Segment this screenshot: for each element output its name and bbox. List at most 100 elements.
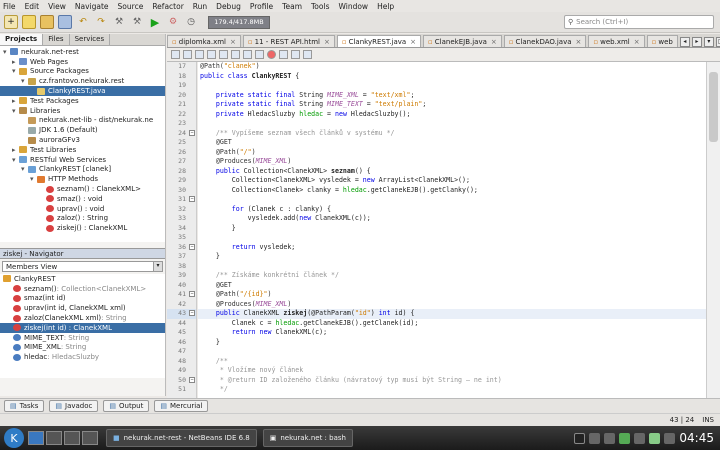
open-project-icon[interactable]: [40, 15, 54, 29]
javadoc-button[interactable]: ▤ Javadoc: [49, 400, 99, 412]
code-line[interactable]: @Path("/{id}"): [198, 290, 706, 300]
back-icon[interactable]: [171, 50, 180, 59]
navigator-item[interactable]: MIME_TEXT : String: [0, 333, 165, 343]
close-icon[interactable]: ×: [230, 38, 236, 46]
navigator-item[interactable]: smaz(int id): [0, 294, 165, 304]
scroll-right-icon[interactable]: ▸: [691, 37, 702, 47]
code-line[interactable]: }: [198, 224, 706, 234]
shift-left-icon[interactable]: [243, 50, 252, 59]
close-icon[interactable]: ×: [410, 38, 416, 46]
redo-icon[interactable]: ↷: [94, 15, 108, 29]
editor-tab[interactable]: ▫ ClanekEJB.java ×: [423, 35, 502, 47]
run-icon[interactable]: ▶: [148, 15, 162, 29]
tree-item[interactable]: seznam() : ClanekXML>: [0, 184, 165, 194]
tab-projects[interactable]: Projects: [0, 34, 44, 45]
menu-source[interactable]: Source: [118, 2, 144, 11]
code-line[interactable]: /** Vypíšeme seznam všech článků v systé…: [198, 129, 706, 139]
prev-bookmark-icon[interactable]: [219, 50, 228, 59]
code-editor[interactable]: @Path("clanek") public class ClankyREST {…: [198, 62, 706, 398]
memory-indicator[interactable]: 179.4/417.8MB: [208, 15, 270, 29]
record-macro-icon[interactable]: [267, 50, 276, 59]
fold-toggle-icon[interactable]: −: [189, 243, 195, 250]
tasks-button[interactable]: ▤ Tasks: [4, 400, 45, 412]
menu-view[interactable]: View: [48, 2, 66, 11]
uncomment-icon[interactable]: [303, 50, 312, 59]
expand-toggle-icon[interactable]: ▾: [12, 67, 19, 75]
code-line[interactable]: @GET: [198, 138, 706, 148]
tab-list-icon[interactable]: ▾: [703, 37, 714, 47]
tree-item[interactable]: uprav() : void: [0, 204, 165, 214]
close-icon[interactable]: ×: [634, 38, 640, 46]
expand-toggle-icon[interactable]: ▸: [12, 146, 19, 154]
desktop-pager-4[interactable]: [82, 431, 98, 445]
code-line[interactable]: private static final String MIME_TEXT = …: [198, 100, 706, 110]
menu-profile[interactable]: Profile: [250, 2, 273, 11]
navigator-item[interactable]: uprav(int id, ClanekXML xml): [0, 303, 165, 313]
next-bookmark-icon[interactable]: [231, 50, 240, 59]
debug-icon[interactable]: ⚙: [166, 15, 180, 29]
code-line[interactable]: public class ClankyREST {: [198, 72, 706, 82]
code-line[interactable]: vysledek.add(new ClanekXML(c));: [198, 214, 706, 224]
code-line[interactable]: [198, 347, 706, 357]
expand-toggle-icon[interactable]: ▾: [21, 165, 28, 173]
close-icon[interactable]: ×: [576, 38, 582, 46]
kde-menu-icon[interactable]: K: [4, 428, 24, 448]
chevron-down-icon[interactable]: ▾: [153, 262, 162, 271]
navigator-item[interactable]: MIME_XML : String: [0, 343, 165, 353]
menu-edit[interactable]: Edit: [25, 2, 40, 11]
fold-toggle-icon[interactable]: −: [189, 129, 195, 136]
menu-file[interactable]: File: [3, 2, 16, 11]
volume-icon[interactable]: [664, 432, 676, 444]
expand-toggle-icon[interactable]: ▾: [3, 48, 10, 56]
menu-help[interactable]: Help: [377, 2, 394, 11]
code-line[interactable]: [198, 81, 706, 91]
tree-item[interactable]: ziskej() : ClanekXML: [0, 223, 165, 233]
desktop-pager-2[interactable]: [46, 431, 62, 445]
code-line[interactable]: [198, 195, 706, 205]
comment-icon[interactable]: [291, 50, 300, 59]
keyboard-icon[interactable]: [634, 432, 646, 444]
code-line[interactable]: return vysledek;: [198, 243, 706, 253]
menu-team[interactable]: Team: [282, 2, 302, 11]
code-line[interactable]: @Produces(MIME_XML): [198, 157, 706, 167]
editor-tab[interactable]: ▫ ClanekDAO.java ×: [503, 35, 587, 47]
fold-toggle-icon[interactable]: −: [189, 310, 195, 316]
code-line[interactable]: for (Clanek c : clanky) {: [198, 205, 706, 215]
tree-item[interactable]: ▸ Test Libraries: [0, 145, 165, 155]
network-icon[interactable]: [619, 432, 631, 444]
mercurial-button[interactable]: ▤ Mercurial: [154, 400, 209, 412]
code-line[interactable]: }: [198, 252, 706, 262]
tree-item[interactable]: JDK 1.6 (Default): [0, 125, 165, 135]
tree-item[interactable]: ▾ nekurak.net-rest: [0, 47, 165, 57]
tree-item[interactable]: ClankyREST.java: [0, 86, 165, 96]
menu-run[interactable]: Run: [193, 2, 207, 11]
maximize-icon[interactable]: □: [715, 37, 720, 47]
navigator-item[interactable]: ClankyREST: [0, 274, 165, 284]
tree-item[interactable]: nekurak.net-lib - dist/nekurak.ne: [0, 116, 165, 126]
scroll-left-icon[interactable]: ◂: [679, 37, 690, 47]
code-line[interactable]: @Produces(MIME_XML): [198, 300, 706, 310]
forward-icon[interactable]: [183, 50, 192, 59]
editor-tab[interactable]: ▫ diplomka.xml ×: [167, 35, 241, 47]
clipboard-icon[interactable]: [604, 432, 616, 444]
close-icon[interactable]: ×: [324, 38, 330, 46]
code-line[interactable]: * @return ID založeného článku (návratov…: [198, 376, 706, 386]
stop-macro-icon[interactable]: [279, 50, 288, 59]
code-line[interactable]: @Path("/"): [198, 148, 706, 158]
tree-item[interactable]: ▾ ClankyREST [clanek]: [0, 165, 165, 175]
notification-icon[interactable]: [589, 432, 601, 444]
clean-build-icon[interactable]: ⚒: [130, 15, 144, 29]
menu-tools[interactable]: Tools: [311, 2, 329, 11]
find-icon[interactable]: [195, 50, 204, 59]
fold-toggle-icon[interactable]: −: [189, 376, 195, 383]
editor-tab[interactable]: ▫ web.xml ×: [588, 35, 645, 47]
editor-scrollbar[interactable]: [706, 62, 720, 398]
code-line[interactable]: private HledacSluzby hledac = new Hledac…: [198, 110, 706, 120]
tree-item[interactable]: ▾ HTTP Methods: [0, 174, 165, 184]
new-project-icon[interactable]: [22, 15, 36, 29]
expand-toggle-icon[interactable]: ▾: [30, 175, 37, 183]
menu-navigate[interactable]: Navigate: [75, 2, 109, 11]
fold-toggle-icon[interactable]: −: [189, 291, 195, 297]
code-line[interactable]: @GET: [198, 281, 706, 291]
code-line[interactable]: return new ClanekXML(c);: [198, 328, 706, 338]
